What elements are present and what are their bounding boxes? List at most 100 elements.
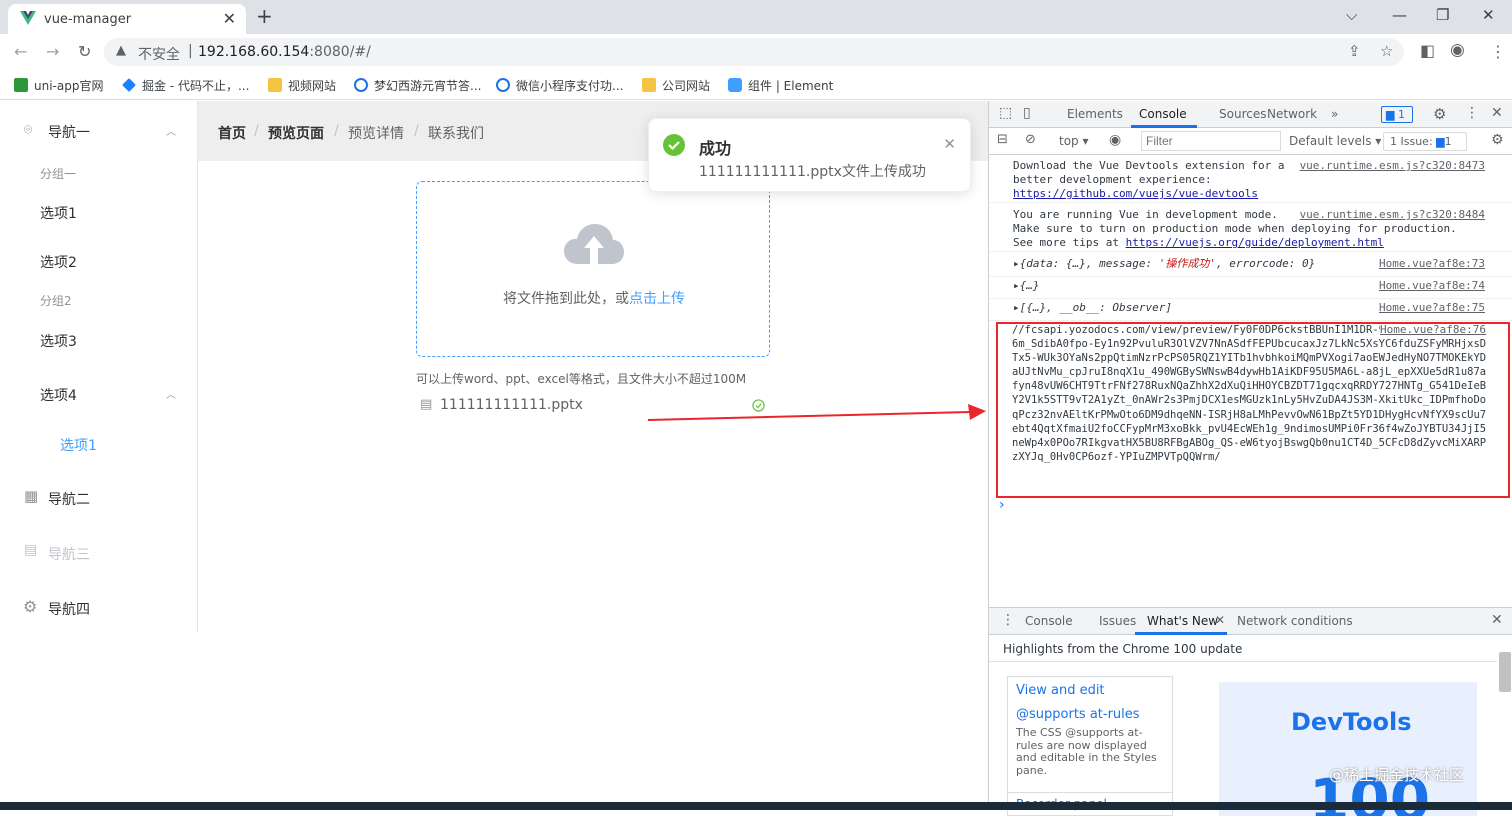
- tab-sources[interactable]: Sources: [1219, 107, 1266, 121]
- card-description: The CSS @supports at-rules are now displ…: [1016, 726, 1157, 777]
- menu-kebab-icon[interactable]: ⋮: [1490, 42, 1506, 61]
- console-settings-icon[interactable]: ⚙: [1491, 132, 1504, 148]
- bookmark-wechat-pay[interactable]: 微信小程序支付功...: [496, 77, 623, 94]
- sidebar-menu: ⌾ 导航一 ︿ 分组一 选项1 选项2 分组2 选项3 选项4 ︿ 选项1 ▦ …: [0, 101, 198, 632]
- whats-new-card[interactable]: View and edit @supports at-rules The CSS…: [1007, 676, 1173, 808]
- promo-title: DevTools: [1291, 708, 1412, 736]
- bookmark-juejin[interactable]: 掘金 - 代码不止，...: [122, 77, 249, 94]
- bookmark-element[interactable]: 组件 | Element: [728, 77, 833, 94]
- breadcrumb-preview[interactable]: 预览页面: [268, 123, 324, 143]
- settings-icon: ⚙: [23, 597, 38, 616]
- sidebar-item-nav1[interactable]: 导航一: [48, 122, 90, 142]
- reload-button[interactable]: ↻: [78, 42, 91, 61]
- browser-tab[interactable]: vue-manager ✕: [8, 4, 246, 34]
- message-source-link[interactable]: vue.runtime.esm.js?c320:8484: [1300, 208, 1485, 222]
- drawer-tab-whats-new[interactable]: What's New: [1147, 614, 1218, 628]
- notification-close-icon[interactable]: ✕: [943, 135, 956, 153]
- profile-avatar-icon[interactable]: ◉: [1450, 40, 1465, 60]
- message-text: Make sure to turn on production mode whe…: [1013, 222, 1457, 235]
- log-levels-select[interactable]: Default levels ▾: [1289, 134, 1381, 148]
- side-panel-icon[interactable]: ◧: [1420, 41, 1435, 60]
- console-prompt-icon[interactable]: ›: [999, 497, 1005, 513]
- juejin-icon: [122, 78, 136, 92]
- active-tab-indicator: [1135, 632, 1227, 635]
- device-toggle-icon[interactable]: ▯: [1023, 105, 1031, 121]
- upload-dropzone[interactable]: 将文件拖到此处，或点击上传: [416, 181, 770, 357]
- settings-gear-icon[interactable]: ⚙: [1433, 105, 1446, 123]
- message-link[interactable]: https://github.com/vuejs/vue-devtools: [1013, 187, 1512, 201]
- drawer-close-icon[interactable]: ✕: [1491, 612, 1503, 628]
- card-subtitle[interactable]: @supports at-rules: [1016, 707, 1140, 722]
- bookmark-uniapp[interactable]: uni-app官网: [14, 77, 103, 94]
- sidebar-item-option3[interactable]: 选项3: [40, 331, 77, 351]
- window-close-button[interactable]: ✕: [1482, 6, 1495, 24]
- tab-console[interactable]: Console: [1139, 107, 1187, 121]
- tab-elements[interactable]: Elements: [1067, 107, 1123, 121]
- sidebar-item-nav2[interactable]: 导航二: [48, 489, 90, 509]
- folder-icon: [642, 78, 656, 92]
- issues-counter[interactable]: 1 Issue: ▆1: [1383, 132, 1467, 151]
- element-icon: [728, 78, 742, 92]
- clear-console-icon[interactable]: ⊘: [1025, 132, 1036, 147]
- back-button[interactable]: ←: [14, 42, 27, 61]
- card-title[interactable]: View and edit: [1016, 683, 1105, 698]
- message-source-link[interactable]: Home.vue?af8e:74: [1379, 279, 1485, 293]
- vue-logo-icon: [20, 11, 36, 25]
- tab-network[interactable]: Network: [1267, 107, 1317, 121]
- drawer-scrollbar[interactable]: [1499, 652, 1511, 692]
- drawer-tab-close-icon[interactable]: ✕: [1215, 613, 1225, 627]
- bookmark-company[interactable]: 公司网站: [642, 77, 710, 94]
- sidebar-item-option2[interactable]: 选项2: [40, 252, 77, 272]
- devtools-close-icon[interactable]: ✕: [1491, 105, 1503, 121]
- upload-tip: 可以上传word、ppt、excel等格式，且文件大小不超过100M: [416, 372, 747, 386]
- bookmark-star-icon[interactable]: ☆: [1380, 42, 1393, 60]
- new-tab-button[interactable]: +: [256, 4, 273, 28]
- eye-icon[interactable]: ◉: [1109, 132, 1121, 148]
- minimize-button[interactable]: —: [1392, 6, 1407, 24]
- bookmark-menghuan[interactable]: 梦幻西游元宵节答...: [354, 77, 481, 94]
- uniapp-icon: [14, 78, 28, 92]
- drawer-tab-network-conditions[interactable]: Network conditions: [1237, 614, 1353, 628]
- forward-button[interactable]: →: [46, 42, 59, 61]
- inspect-icon[interactable]: ⬚: [999, 105, 1012, 121]
- issues-badge[interactable]: ▆ 1: [1381, 106, 1413, 123]
- watermark: @稀土掘金技术社区: [1329, 766, 1465, 784]
- tab-search-icon[interactable]: ⌵: [1346, 6, 1357, 24]
- drawer-menu-icon[interactable]: ⋮: [1001, 612, 1015, 628]
- devtools-menu-icon[interactable]: ⋮: [1465, 105, 1479, 121]
- share-icon[interactable]: ⇪: [1348, 42, 1361, 60]
- console-object-row[interactable]: ▸{…} Home.vue?af8e:74: [989, 279, 1512, 299]
- bookmark-label: 掘金 - 代码不止，...: [142, 79, 250, 93]
- issues-count: 1: [1444, 135, 1452, 148]
- sidebar-item-sub-option1[interactable]: 选项1: [60, 435, 97, 455]
- console-filter-input[interactable]: [1141, 131, 1281, 151]
- annotation-highlight-box: [996, 322, 1510, 498]
- bookmark-label: 视频网站: [288, 79, 337, 93]
- file-name: 111111111111.pptx: [440, 397, 583, 413]
- message-source-link[interactable]: Home.vue?af8e:73: [1379, 257, 1485, 271]
- breadcrumb-home[interactable]: 首页: [218, 123, 246, 143]
- console-object-row[interactable]: ▸{data: {…}, message: '操作成功', errorcode:…: [989, 257, 1512, 277]
- click-upload-link[interactable]: 点击上传: [629, 291, 685, 307]
- sidebar-item-nav4[interactable]: 导航四: [48, 599, 90, 619]
- success-notification: 成功 111111111111.pptx文件上传成功 ✕: [648, 118, 971, 192]
- insecure-label: 不安全: [138, 47, 180, 63]
- message-source-link[interactable]: vue.runtime.esm.js?c320:8473: [1300, 159, 1485, 173]
- restore-button[interactable]: ❐: [1436, 6, 1449, 24]
- more-tabs-icon[interactable]: »: [1331, 107, 1338, 121]
- sidebar-item-nav3: 导航三: [48, 547, 90, 563]
- sidebar-item-option4[interactable]: 选项4: [40, 385, 77, 405]
- sidebar-toggle-icon[interactable]: ⊟: [997, 132, 1008, 147]
- drawer-tab-issues[interactable]: Issues: [1099, 614, 1136, 628]
- bookmark-video[interactable]: 视频网站: [268, 77, 336, 94]
- message-link[interactable]: https://vuejs.org/guide/deployment.html: [1126, 236, 1384, 249]
- object-preview: ▸[{…}, __ob__: Observer]: [1013, 301, 1172, 314]
- message-source-link[interactable]: Home.vue?af8e:75: [1379, 301, 1485, 315]
- document-icon: ▤: [420, 397, 433, 412]
- sidebar-item-option1[interactable]: 选项1: [40, 203, 77, 223]
- context-select[interactable]: top ▾: [1059, 134, 1089, 148]
- console-object-row[interactable]: ▸[{…}, __ob__: Observer] Home.vue?af8e:7…: [989, 301, 1512, 321]
- drawer-tab-console[interactable]: Console: [1025, 614, 1073, 628]
- address-bar[interactable]: ▲ 不安全 | 192.168.60.154:8080/#/: [104, 38, 1404, 66]
- tab-close-icon[interactable]: ✕: [223, 9, 236, 28]
